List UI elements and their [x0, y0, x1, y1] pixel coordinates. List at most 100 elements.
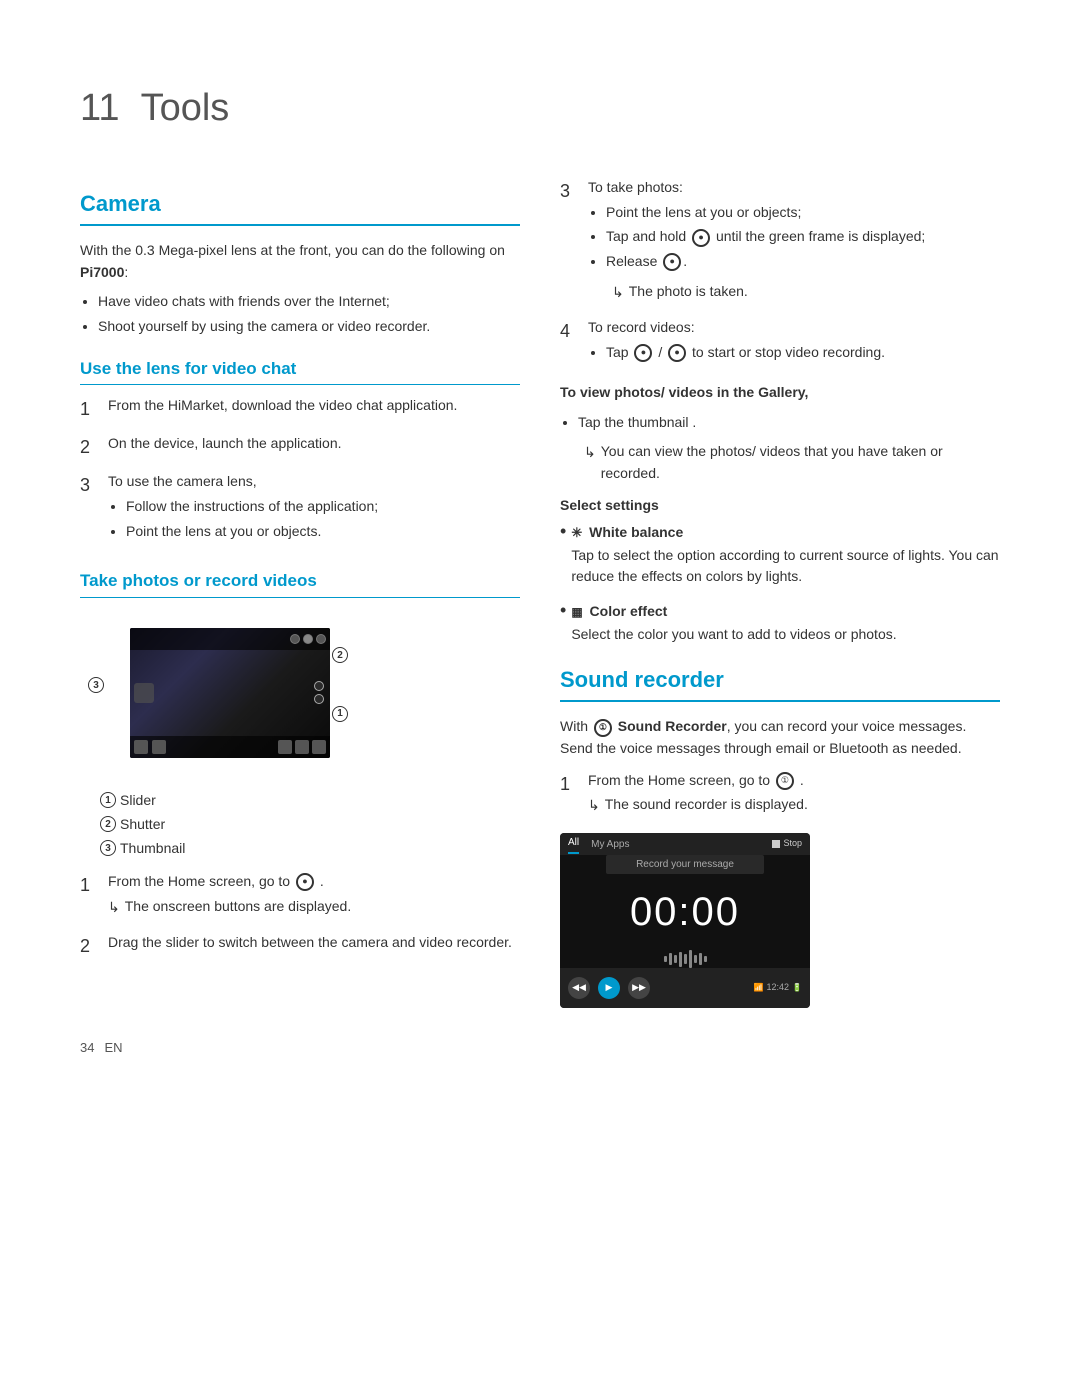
- shutter-icon-release: ●: [663, 253, 681, 271]
- record-label: Record your message: [606, 855, 764, 874]
- list-item: Point the lens at you or objects;: [606, 202, 1000, 224]
- legend-row-2: 2 Shutter: [100, 814, 520, 835]
- record-icon: ●: [634, 344, 652, 362]
- sound-step-note: ↳ The sound recorder is displayed.: [588, 794, 1000, 817]
- step-note: ↳ The onscreen buttons are displayed.: [108, 896, 520, 919]
- page-lang: EN: [104, 1038, 122, 1058]
- step-number: 2: [80, 932, 108, 960]
- sound-bottom-bar: ◀◀ ▶ ▶▶ 📶 12:42 🔋: [560, 968, 810, 1008]
- cam-shutter-btn: [314, 681, 324, 691]
- page-number: 34: [80, 1038, 94, 1058]
- wave-bar: [689, 950, 692, 968]
- badge-3: 3: [88, 673, 108, 696]
- wave-bar: [704, 956, 707, 962]
- sound-recorder-intro: With ① Sound Recorder, you can record yo…: [560, 716, 1000, 759]
- play-btn: ▶: [598, 977, 620, 999]
- list-item: Follow the instructions of the applicati…: [126, 496, 520, 518]
- step-number: 1: [560, 770, 588, 798]
- sound-content: Record your message 00:00: [560, 855, 810, 968]
- step-3-take-photos: 3 To take photos: Point the lens at you …: [560, 177, 1000, 307]
- step-number: 1: [80, 395, 108, 423]
- step-content: Drag the slider to switch between the ca…: [108, 932, 520, 954]
- take-photos-section: Take photos or record videos: [80, 568, 520, 960]
- color-effect-label: ▦ Color effect: [571, 601, 896, 622]
- wave-bar: [684, 954, 687, 964]
- step-content: To use the camera lens, Follow the instr…: [108, 471, 520, 550]
- wifi-icon: 📶: [754, 982, 764, 994]
- tab-my-apps: My Apps: [591, 837, 629, 852]
- step-note: ↳ The photo is taken.: [612, 281, 1000, 304]
- cam-thumbnail: [134, 683, 154, 703]
- cam-ctrl-btn: [152, 740, 166, 754]
- camera-screenshot: [130, 628, 330, 758]
- list-item: Tap ● / ● to start or stop video recordi…: [606, 342, 1000, 364]
- stop-button: Stop: [772, 837, 802, 851]
- shutter-icon: ●: [692, 229, 710, 247]
- page-footer: 34 EN: [80, 1038, 1000, 1058]
- badge-1: 1: [332, 701, 352, 724]
- step-number: 3: [80, 471, 108, 499]
- cam-bottom-bar: [130, 736, 330, 758]
- cam-ui-bar: [130, 628, 330, 650]
- badge-2: 2: [332, 643, 352, 666]
- wave-bar: [694, 955, 697, 963]
- step-4-take-photos: 4 To record videos: Tap ● / ● to start o…: [560, 317, 1000, 371]
- cam-ctrl-btn: [134, 740, 148, 754]
- white-balance-item: • ✳ White balance Tap to select the opti…: [560, 522, 1000, 595]
- prev-btn: ◀◀: [568, 977, 590, 999]
- cam-ctrl-btn: [278, 740, 292, 754]
- step-2-video-chat: 2 On the device, launch the application.: [80, 433, 520, 461]
- step-1-video-chat: 1 From the HiMarket, download the video …: [80, 395, 520, 423]
- sound-recorder-title: Sound recorder: [560, 663, 1000, 702]
- cam-ctrl-btn: [312, 740, 326, 754]
- camera-section-title: Camera: [80, 187, 520, 226]
- step-content: On the device, launch the application.: [108, 433, 520, 455]
- cam-ctrl-btn: [295, 740, 309, 754]
- select-settings: Select settings • ✳ White balance Tap to…: [560, 495, 1000, 654]
- legend-row-3: 3 Thumbnail: [100, 838, 520, 859]
- take-photos-title: Take photos or record videos: [80, 568, 520, 598]
- white-balance-desc: Tap to select the option according to cu…: [571, 545, 1000, 587]
- video-chat-section: Use the lens for video chat 1 From the H…: [80, 356, 520, 551]
- color-effect-icon: ▦: [571, 605, 582, 619]
- list-item: Tap and hold ● until the green frame is …: [606, 226, 1000, 248]
- cam-ui-dot: [316, 634, 326, 644]
- chapter-number: 11: [80, 87, 119, 129]
- white-balance-label: ✳ White balance: [571, 522, 1000, 543]
- battery-icon: 🔋: [792, 982, 802, 994]
- cam-ui-dot: [290, 634, 300, 644]
- step-content: From the Home screen, go to ① . ↳ The so…: [588, 770, 1000, 821]
- stop-icon: ●: [668, 344, 686, 362]
- list-item: Have video chats with friends over the I…: [98, 291, 520, 313]
- sound-top-bar: All My Apps Stop: [560, 833, 810, 855]
- wave-bar: [679, 952, 682, 967]
- color-effect-item: • ▦ Color effect Select the color you wa…: [560, 601, 1000, 653]
- list-item: Shoot yourself by using the camera or vi…: [98, 316, 520, 338]
- step-1-sound-recorder: 1 From the Home screen, go to ① . ↳ The …: [560, 770, 1000, 821]
- step-3-video-chat: 3 To use the camera lens, Follow the ins…: [80, 471, 520, 550]
- sound-recorder-screenshot: All My Apps Stop Record your message 00:…: [560, 833, 810, 1008]
- sound-icon: ①: [594, 719, 612, 737]
- cam-mode-btn: [314, 694, 324, 704]
- step-number: 4: [560, 317, 588, 345]
- time-display: 00:00: [630, 882, 740, 942]
- camera-intro: With the 0.3 Mega-pixel lens at the fron…: [80, 240, 520, 283]
- list-item: Tap the thumbnail .: [578, 412, 1000, 434]
- step-number: 2: [80, 433, 108, 461]
- white-balance-icon: ✳: [571, 525, 582, 540]
- chapter-title: 11 Tools: [80, 80, 1000, 137]
- step-content: From the HiMarket, download the video ch…: [108, 395, 520, 417]
- step-number: 1: [80, 871, 108, 899]
- legend-row-1: 1 Slider: [100, 790, 520, 811]
- step-1-take-photos: 1 From the Home screen, go to ● . ↳ The …: [80, 871, 520, 922]
- camera-bullets: Have video chats with friends over the I…: [98, 291, 520, 337]
- take-photos-continued: 3 To take photos: Point the lens at you …: [560, 177, 1000, 653]
- sound-nav-icon: ①: [776, 772, 794, 790]
- cam-side-controls: [312, 656, 326, 730]
- color-effect-desc: Select the color you want to add to vide…: [571, 624, 896, 645]
- stop-icon: [772, 840, 780, 848]
- sound-recorder-section: Sound recorder With ① Sound Recorder, yo…: [560, 663, 1000, 1008]
- list-item: Release ●.: [606, 251, 1000, 273]
- chapter-title-text: Tools: [141, 87, 230, 129]
- list-item: Point the lens at you or objects.: [126, 521, 520, 543]
